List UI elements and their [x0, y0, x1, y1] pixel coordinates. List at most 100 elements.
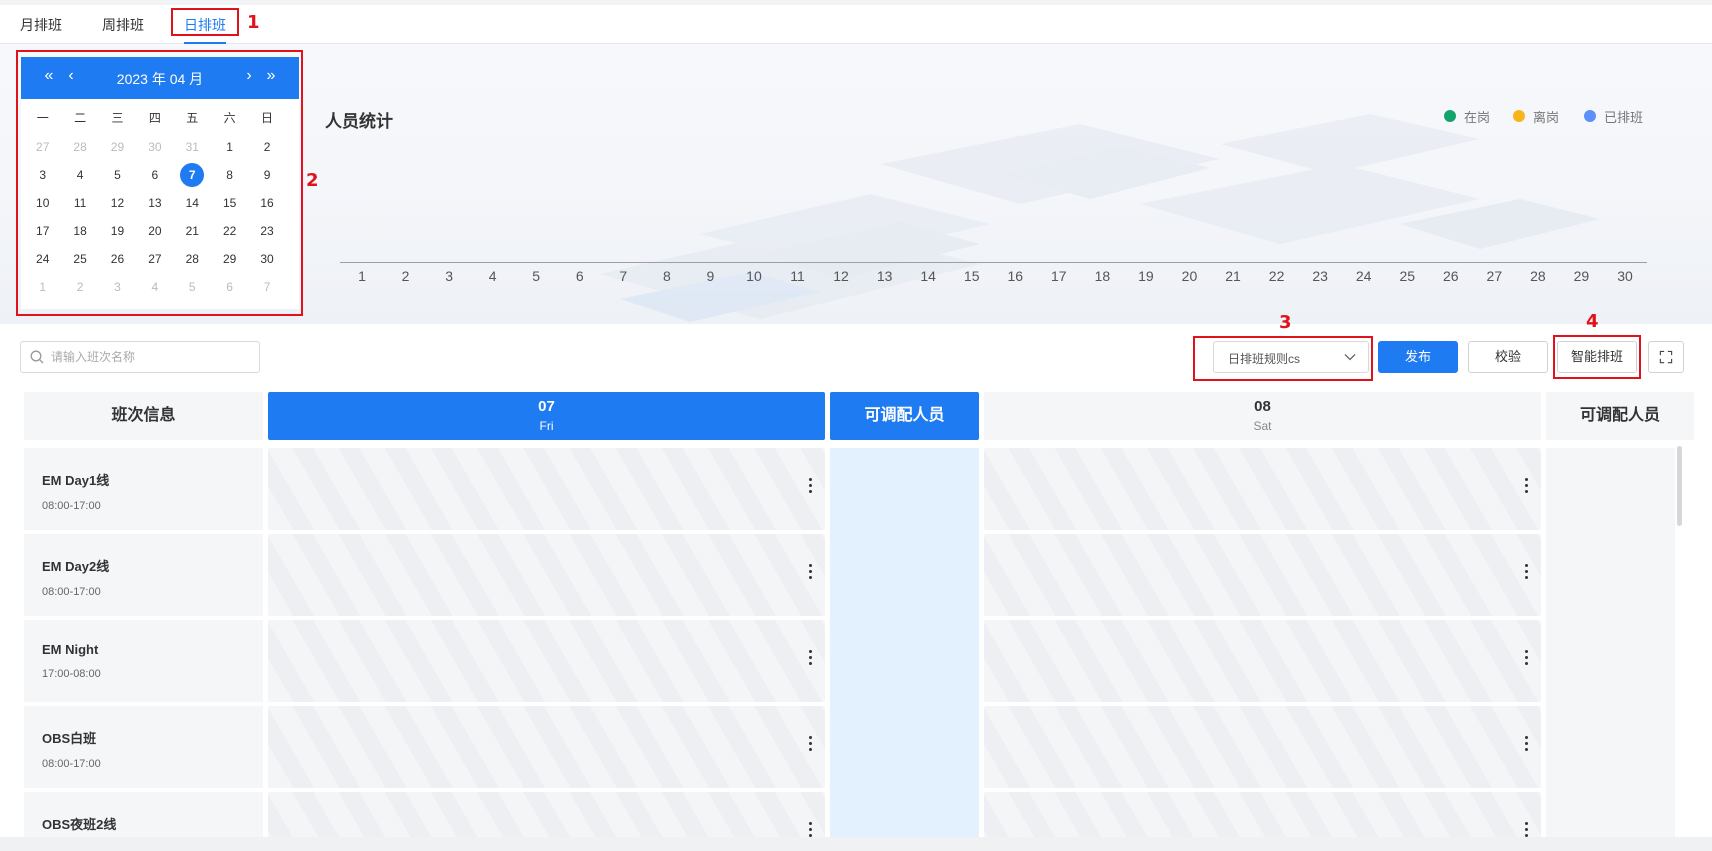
more-vertical-icon[interactable]	[1525, 564, 1529, 580]
calendar-day[interactable]: 1	[211, 133, 248, 161]
calendar-weekday: 一	[36, 111, 49, 125]
calendar-day-number: 8	[226, 168, 233, 182]
calendar-day[interactable]: 26	[99, 245, 136, 273]
calendar-day[interactable]: 20	[136, 217, 173, 245]
calendar-day[interactable]: 8	[211, 161, 248, 189]
calendar-day[interactable]: 11	[61, 189, 98, 217]
schedule-cell-day-08[interactable]	[984, 706, 1541, 788]
x-axis-tick-label: 6	[575, 268, 584, 284]
calendar-day-number: 3	[39, 168, 47, 182]
calendar-day[interactable]: 23	[248, 217, 285, 245]
legend-dot-icon	[1444, 110, 1456, 122]
more-vertical-icon[interactable]	[809, 736, 813, 752]
calendar-day[interactable]: 28	[174, 245, 211, 273]
calendar-day-number: 27	[36, 140, 50, 154]
smart-schedule-button[interactable]: 智能排班	[1557, 341, 1637, 373]
tab-daily[interactable]: 日排班	[184, 15, 226, 44]
schedule-cell-day-07[interactable]	[268, 534, 825, 616]
calendar-day[interactable]: 7	[248, 273, 285, 301]
more-vertical-icon[interactable]	[809, 478, 813, 494]
annotation-label-3: 3	[1279, 312, 1292, 333]
calendar-day[interactable]: 30	[136, 133, 173, 161]
calendar-day-number: 4	[76, 168, 84, 182]
shift-time: 17:00-08:00	[42, 668, 101, 680]
calendar-day[interactable]: 29	[211, 245, 248, 273]
schedule-page: 月排班 周排班 日排班 人员统计 在岗 离岗 已排班 1 2 3 4 5 6 7…	[0, 0, 1712, 851]
x-axis-tick-label: 13	[876, 268, 893, 284]
calendar-weekday: 三	[111, 111, 124, 125]
more-vertical-icon[interactable]	[809, 650, 813, 666]
calendar-day[interactable]: 10	[24, 189, 61, 217]
calendar-day[interactable]: 27	[24, 133, 61, 161]
schedule-cell-day-08[interactable]	[984, 534, 1541, 616]
shift-name: OBS白班	[42, 731, 97, 746]
calendar-day[interactable]: 12	[99, 189, 136, 217]
calendar-day[interactable]: 5	[174, 273, 211, 301]
calendar-day[interactable]: 13	[136, 189, 173, 217]
calendar-day-number: 26	[110, 252, 125, 266]
schedule-cell-day-07[interactable]	[268, 792, 825, 837]
schedule-cell-day-08[interactable]	[984, 620, 1541, 702]
calendar-day-number: 19	[110, 224, 125, 238]
publish-button[interactable]: 发布	[1378, 341, 1458, 373]
more-vertical-icon[interactable]	[809, 822, 813, 837]
calendar-day[interactable]: 15	[211, 189, 248, 217]
x-axis-tick-label: 30	[1617, 268, 1633, 284]
calendar-day[interactable]: 6	[136, 161, 173, 189]
calendar-day-number: 2	[76, 280, 84, 294]
calendar-day[interactable]: 14	[174, 189, 211, 217]
next-month-icon[interactable]: ›	[241, 67, 257, 85]
bottom-bar	[0, 837, 1712, 851]
schedule-cell-day-08[interactable]	[984, 792, 1541, 837]
calendar-day[interactable]: 2	[61, 273, 98, 301]
x-axis-tick-label: 7	[619, 268, 628, 284]
next-year-icon[interactable]: »	[263, 67, 279, 85]
calendar-day[interactable]: 22	[211, 217, 248, 245]
calendar-day[interactable]: 6	[211, 273, 248, 301]
calendar-day[interactable]: 29	[99, 133, 136, 161]
calendar-day[interactable]: 21	[174, 217, 211, 245]
calendar-day[interactable]: 16	[248, 189, 285, 217]
schedule-cell-day-07[interactable]	[268, 448, 825, 530]
calendar-day[interactable]: 19	[99, 217, 136, 245]
more-vertical-icon[interactable]	[1525, 736, 1529, 752]
calendar-weekday: 四	[148, 111, 161, 125]
shift-info-cell: OBS夜班2线	[24, 792, 263, 837]
calendar-day[interactable]: 27	[136, 245, 173, 273]
schedule-cell-day-07[interactable]	[268, 620, 825, 702]
legend-label: 在岗	[1464, 109, 1491, 125]
calendar-day[interactable]: 2	[248, 133, 285, 161]
calendar-day[interactable]: 3	[24, 161, 61, 189]
calendar-day-number: 9	[263, 168, 271, 182]
more-vertical-icon[interactable]	[1525, 822, 1529, 837]
calendar-day[interactable]: 4	[61, 161, 98, 189]
calendar-day[interactable]: 3	[99, 273, 136, 301]
schedule-cell-day-08[interactable]	[984, 448, 1541, 530]
more-vertical-icon[interactable]	[1525, 650, 1529, 666]
calendar-day[interactable]: 1	[24, 273, 61, 301]
x-axis-tick-label: 2	[401, 268, 410, 284]
schedule-cell-day-07[interactable]	[268, 706, 825, 788]
calendar-day[interactable]: 24	[24, 245, 61, 273]
shift-search-input[interactable]	[51, 347, 251, 367]
calendar-day[interactable]: 9	[248, 161, 285, 189]
tab-monthly[interactable]: 月排班	[20, 15, 62, 44]
calendar-day[interactable]: 5	[99, 161, 136, 189]
rule-select[interactable]: 日排班规则cs	[1213, 341, 1369, 373]
x-axis-tick-label: 20	[1181, 268, 1198, 284]
calendar-day[interactable]: 25	[61, 245, 98, 273]
calendar-day[interactable]: 4	[136, 273, 173, 301]
calendar-day[interactable]: 28	[61, 133, 98, 161]
tab-weekly[interactable]: 周排班	[102, 15, 144, 44]
calendar-day[interactable]: 18	[61, 217, 98, 245]
fullscreen-button[interactable]	[1648, 341, 1684, 373]
validate-button[interactable]: 校验	[1468, 341, 1548, 373]
shift-info-cell: EM Night 17:00-08:00	[24, 620, 263, 702]
legend-on-duty: 在岗	[1444, 106, 1490, 126]
calendar-day[interactable]: 31	[174, 133, 211, 161]
calendar-day-selected[interactable]: 7	[174, 161, 211, 189]
calendar-day[interactable]: 17	[24, 217, 61, 245]
calendar-day[interactable]: 30	[248, 245, 285, 273]
more-vertical-icon[interactable]	[809, 564, 813, 580]
more-vertical-icon[interactable]	[1525, 478, 1529, 494]
